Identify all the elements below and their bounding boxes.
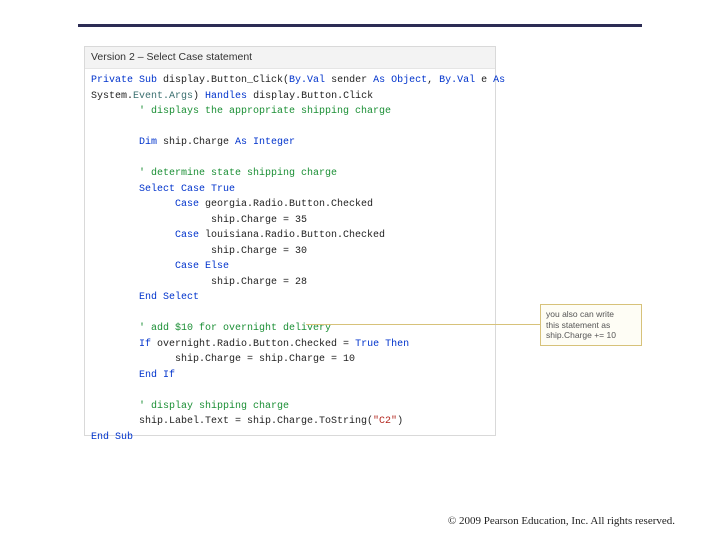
code-type: Event.Args — [133, 91, 193, 102]
code-kw: By.Val — [289, 75, 325, 86]
code-comment: ' add $10 for overnight delivery — [91, 323, 331, 334]
code-text: display.Button.Click — [247, 91, 373, 102]
code-kw: End Sub — [91, 432, 133, 443]
code-kw: If — [91, 339, 151, 350]
code-kw: Dim — [91, 137, 157, 148]
code-text: sender — [325, 75, 373, 86]
code-text: e — [475, 75, 493, 86]
code-comment: ' determine state shipping charge — [91, 168, 337, 179]
code-text: georgia.Radio.Button.Checked — [199, 199, 373, 210]
annotation-connector — [306, 324, 540, 325]
code-text: ship.Charge — [157, 137, 235, 148]
code-text: System. — [91, 91, 133, 102]
top-divider — [78, 24, 642, 27]
code-comment: ' displays the appropriate shipping char… — [91, 106, 391, 117]
code-text: ) — [193, 91, 205, 102]
code-kw: Private Sub — [91, 75, 157, 86]
code-text: ship.Charge = ship.Charge = 10 — [91, 354, 355, 365]
code-text: display.Button_Click( — [157, 75, 289, 86]
code-kw: Case — [91, 230, 199, 241]
code-text: ship.Charge = 28 — [91, 277, 307, 288]
code-comment: ' display shipping charge — [91, 401, 289, 412]
code-kw: By.Val — [439, 75, 475, 86]
code-text: ship.Charge = 35 — [91, 215, 307, 226]
code-kw: As — [493, 75, 505, 86]
code-string: "C2" — [373, 416, 397, 427]
code-kw: As Object — [373, 75, 427, 86]
code-panel-title: Version 2 – Select Case statement — [85, 47, 495, 69]
code-text: ship.Label.Text = ship.Charge.ToString( — [91, 416, 373, 427]
code-kw: Select Case — [91, 184, 205, 195]
code-kw: Case Else — [91, 261, 229, 272]
code-text: , — [427, 75, 439, 86]
code-text: overnight.Radio.Button.Checked = — [151, 339, 355, 350]
code-text: louisiana.Radio.Button.Checked — [199, 230, 385, 241]
annotation-note: you also can write this statement as shi… — [540, 304, 642, 346]
code-text: ship.Charge = 30 — [91, 246, 307, 257]
code-body: Private Sub display.Button_Click(By.Val … — [85, 69, 495, 451]
copyright-text: © 2009 Pearson Education, Inc. All right… — [448, 515, 675, 527]
code-text: ) — [397, 416, 403, 427]
code-panel: Version 2 – Select Case statement Privat… — [84, 46, 496, 436]
code-kw: As Integer — [235, 137, 295, 148]
code-kw: True — [211, 184, 235, 195]
code-kw: Case — [91, 199, 199, 210]
code-kw: End Select — [91, 292, 199, 303]
annotation-note-line: ship.Charge += 10 — [546, 330, 636, 341]
annotation-note-line: you also can write — [546, 309, 636, 320]
code-kw: Handles — [205, 91, 247, 102]
annotation-note-line: this statement as — [546, 320, 636, 331]
code-kw: True — [355, 339, 379, 350]
code-kw: Then — [385, 339, 409, 350]
code-kw: End If — [91, 370, 175, 381]
